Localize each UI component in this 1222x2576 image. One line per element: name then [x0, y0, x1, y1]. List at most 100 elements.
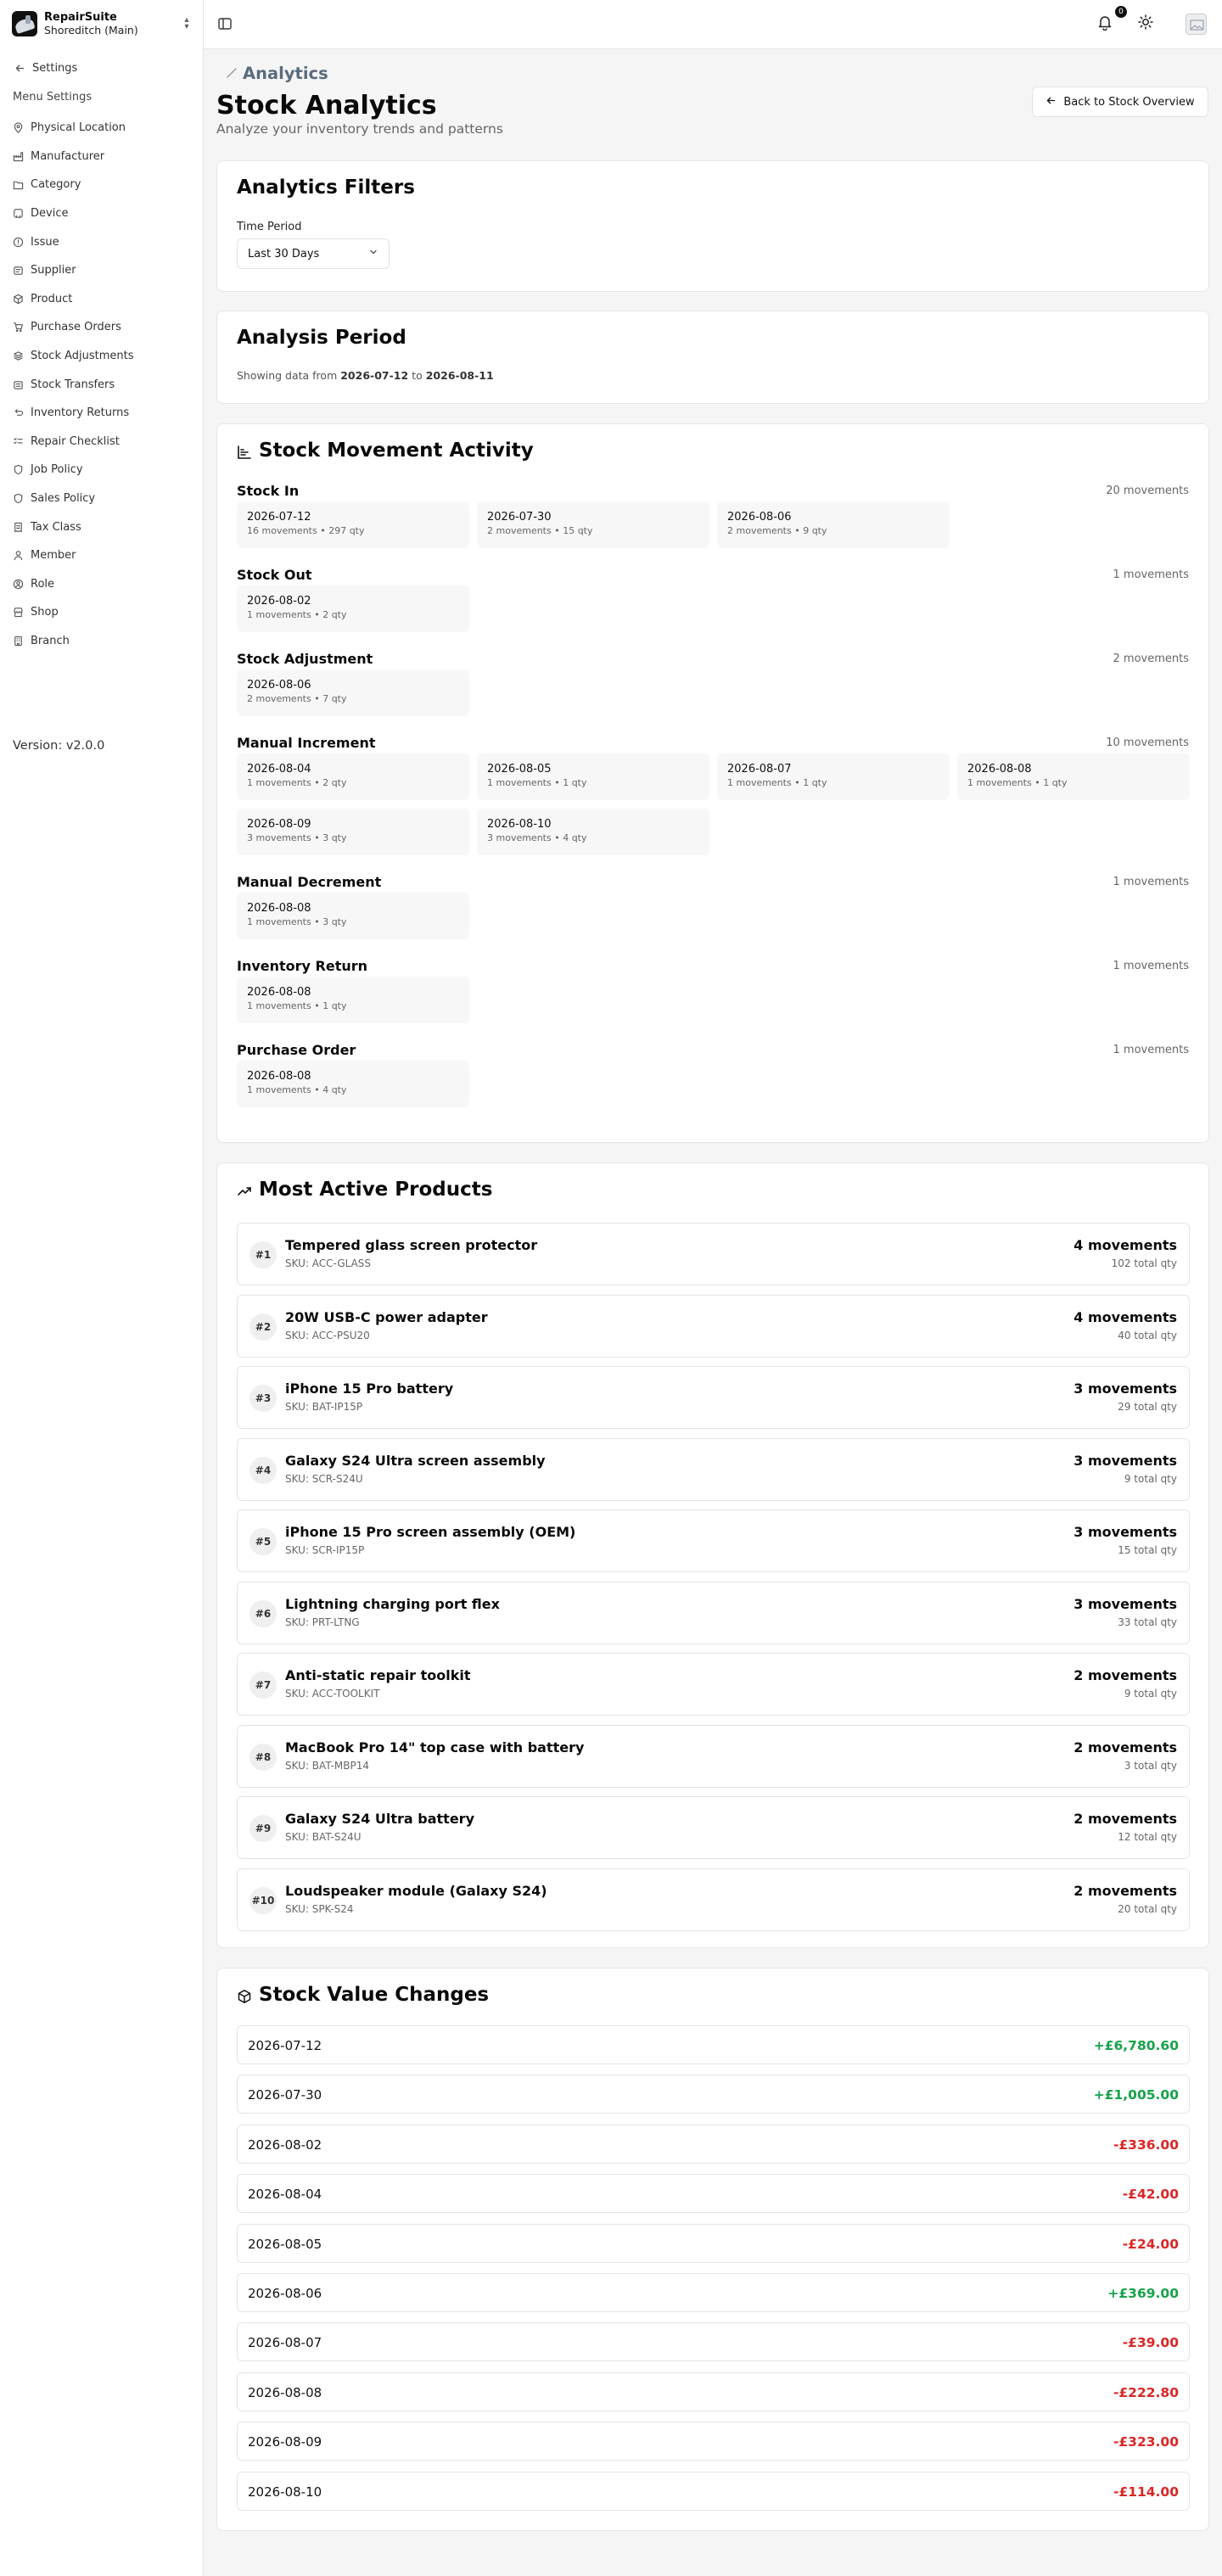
back-to-settings-link[interactable]: Settings	[14, 62, 77, 75]
shield-icon	[12, 493, 24, 505]
sidebar-item-physical-location[interactable]: Physical Location	[12, 114, 194, 143]
sidebar-item-inventory-returns[interactable]: Inventory Returns	[12, 399, 194, 428]
breadcrumb-label: Analytics	[243, 64, 328, 83]
sidebar-item-job-policy[interactable]: Job Policy	[12, 456, 194, 484]
sidebar-item-manufacturer[interactable]: Manufacturer	[12, 143, 194, 171]
product-movement-count: 4 movements	[1073, 1308, 1177, 1325]
sidebar-toggle-button[interactable]	[217, 16, 234, 33]
sidebar-item-tax-class[interactable]: Tax Class	[12, 512, 194, 541]
value-change-amount: -£42.00	[1122, 2187, 1179, 2203]
sidebar-item-stock-adjustments[interactable]: Stock Adjustments	[12, 342, 194, 371]
value-change-amount: +£6,780.60	[1093, 2038, 1179, 2053]
product-row[interactable]: #5 iPhone 15 Pro screen assembly (OEM) SKU…	[237, 1509, 1190, 1572]
movement-group-title: Inventory Return	[237, 958, 368, 974]
sidebar-item-product[interactable]: Product	[12, 285, 194, 314]
sidebar-item-repair-checklist[interactable]: Repair Checklist	[12, 428, 194, 456]
sidebar-item-stock-transfers[interactable]: Stock Transfers	[12, 370, 194, 399]
chevron-up-down-icon: ▴ ▾	[184, 15, 189, 31]
value-change-date: 2026-08-06	[248, 2286, 322, 2301]
product-row[interactable]: #10 Loudspeaker module (Galaxy S24) SKU: S…	[237, 1868, 1190, 1931]
movement-entry-summary: 16 movements • 297 qty	[247, 525, 365, 536]
sidebar-item-sales-policy[interactable]: Sales Policy	[12, 484, 194, 513]
app-version: Version: v2.0.0	[13, 739, 105, 753]
movement-entry-date: 2026-08-08	[247, 902, 311, 915]
arrow-left-icon	[1045, 95, 1057, 109]
product-name: Anti-static repair toolkit	[285, 1667, 471, 1683]
movement-group-count: 20 movements	[1106, 484, 1189, 497]
time-period-value: Last 30 Days	[248, 247, 320, 260]
sidebar-item-label: Role	[31, 577, 55, 591]
product-row[interactable]: #4 Galaxy S24 Ultra screen assembly SKU: S…	[237, 1437, 1190, 1501]
notifications-button[interactable]	[1096, 14, 1118, 36]
checklist-icon	[12, 435, 24, 447]
back-to-stock-overview-button[interactable]: Back to Stock Overview	[1032, 87, 1208, 117]
sidebar-item-category[interactable]: Category	[12, 171, 194, 199]
sidebar-item-branch[interactable]: Branch	[12, 627, 194, 656]
movement-entry: 2026-08-04 1 movements • 2 qty	[237, 753, 469, 800]
product-sku: SKU: SCR-IP15P	[285, 1544, 365, 1556]
movement-entry-date: 2026-08-04	[247, 763, 311, 776]
theme-toggle-button[interactable]	[1137, 14, 1159, 36]
sidebar-item-device[interactable]: Device	[12, 199, 194, 228]
movement-group-title: Stock Adjustment	[237, 651, 373, 667]
role-icon	[12, 578, 24, 590]
sidebar-item-member[interactable]: Member	[12, 541, 194, 570]
sidebar-item-label: Sales Policy	[31, 492, 96, 506]
product-rank-badge: #1	[249, 1241, 277, 1268]
movement-group-count: 1 movements	[1113, 1044, 1189, 1056]
stock-movement-card: Stock Movement Activity Stock In 20 movem…	[216, 423, 1209, 1143]
period-from: 2026-07-12	[340, 369, 409, 382]
sidebar-item-issue[interactable]: Issue	[12, 227, 194, 256]
product-movement-count: 3 movements	[1073, 1452, 1177, 1469]
movement-entry: 2026-08-08 1 movements • 4 qty	[237, 1061, 469, 1107]
product-movement-count: 2 movements	[1073, 1667, 1177, 1683]
sidebar-item-label: Purchase Orders	[31, 321, 121, 334]
value-change-date: 2026-08-10	[248, 2484, 322, 2500]
value-change-date: 2026-07-30	[248, 2087, 322, 2103]
product-total-qty: 15 total qty	[1118, 1544, 1177, 1556]
product-row[interactable]: #3 iPhone 15 Pro battery SKU: BAT-IP15P 3 m…	[237, 1366, 1190, 1429]
product-total-qty: 3 total qty	[1124, 1759, 1177, 1772]
movement-group-title: Purchase Order	[237, 1042, 356, 1058]
app-logo	[12, 11, 37, 36]
movement-entry: 2026-08-06 2 movements • 7 qty	[237, 669, 469, 716]
sidebar-item-shop[interactable]: Shop	[12, 598, 194, 627]
stock-value-changes-title: Stock Value Changes	[237, 1984, 489, 2006]
time-period-select[interactable]: Last 30 Days	[237, 238, 390, 269]
product-row[interactable]: #9 Galaxy S24 Ultra battery SKU: BAT-S24U 2…	[237, 1796, 1190, 1859]
sidebar-item-purchase-orders[interactable]: Purchase Orders	[12, 313, 194, 342]
breadcrumb[interactable]: Analytics	[226, 64, 328, 83]
value-change-amount: -£336.00	[1113, 2136, 1179, 2153]
product-row[interactable]: #7 Anti-static repair toolkit SKU: ACC-TOO…	[237, 1653, 1190, 1716]
movement-entry-summary: 1 movements • 1 qty	[247, 1000, 347, 1011]
movement-group-count: 2 movements	[1113, 652, 1189, 665]
value-change-row: 2026-08-07 -£39.00	[237, 2322, 1190, 2362]
sidebar-item-supplier[interactable]: Supplier	[12, 256, 194, 285]
workspace-switcher[interactable]: RepairSuite Shoreditch (Main) ▴ ▾	[7, 7, 197, 41]
sidebar-item-role[interactable]: Role	[12, 570, 194, 599]
product-row[interactable]: #1 Tempered glass screen protector SKU: AC…	[237, 1223, 1190, 1285]
product-total-qty: 29 total qty	[1118, 1401, 1177, 1413]
product-name: MacBook Pro 14" top case with battery	[285, 1739, 585, 1756]
product-name: Lightning charging port flex	[285, 1595, 500, 1612]
movement-group-count: 1 movements	[1113, 568, 1189, 581]
product-sku: SKU: BAT-IP15P	[285, 1401, 363, 1413]
movement-entry-summary: 2 movements • 9 qty	[727, 525, 827, 536]
product-row[interactable]: #8 MacBook Pro 14" top case with battery S…	[237, 1724, 1190, 1788]
movement-entry-summary: 3 movements • 3 qty	[247, 832, 347, 843]
movement-entry-summary: 3 movements • 4 qty	[487, 832, 587, 843]
value-change-date: 2026-08-09	[248, 2434, 322, 2450]
value-change-date: 2026-07-12	[248, 2038, 322, 2053]
value-change-row: 2026-08-08 -£222.80	[237, 2372, 1190, 2411]
analysis-period-title: Analysis Period	[237, 327, 406, 349]
product-row[interactable]: #2 20W USB-C power adapter SKU: ACC-PSU20 4…	[237, 1294, 1190, 1358]
movement-entry-summary: 1 movements • 4 qty	[247, 1084, 347, 1095]
movement-entry: 2026-08-08 1 movements • 3 qty	[237, 893, 469, 939]
user-avatar[interactable]	[1186, 14, 1207, 35]
movement-entry: 2026-08-02 1 movements • 2 qty	[237, 585, 469, 632]
return-icon	[12, 407, 24, 419]
product-name: Loudspeaker module (Galaxy S24)	[285, 1882, 547, 1899]
shield-icon	[12, 464, 24, 476]
product-row[interactable]: #6 Lightning charging port flex SKU: PRT-L…	[237, 1581, 1190, 1644]
box-icon	[237, 1987, 252, 2003]
